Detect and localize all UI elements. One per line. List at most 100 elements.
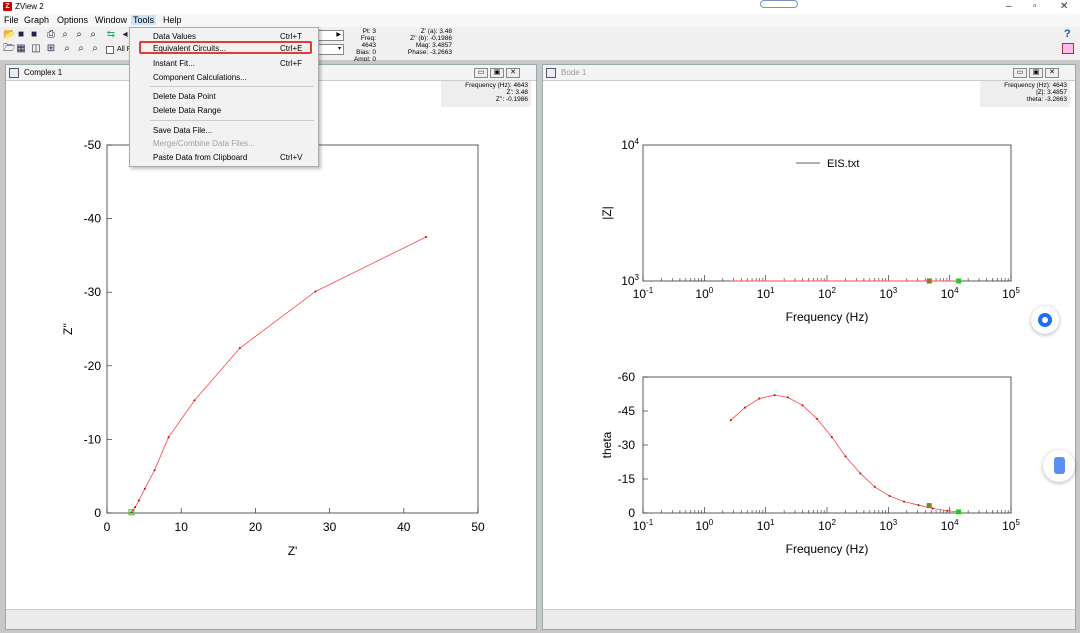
freq-value: Freq: 4643 xyxy=(360,35,376,49)
x-tick-label: 10-1 xyxy=(633,518,654,533)
search-icon[interactable]: ⌕ xyxy=(62,44,72,54)
y-tick-label: -45 xyxy=(618,404,636,418)
help-icon[interactable]: ? xyxy=(1064,28,1071,40)
menu-bar: File Graph Options Window Tools Help xyxy=(0,14,1080,27)
y-tick-label: -30 xyxy=(618,438,636,452)
dropdown-button[interactable]: ▾ xyxy=(318,44,344,55)
x-tick-label: 0 xyxy=(104,520,111,534)
zoom-in-icon[interactable]: ⌕ xyxy=(74,30,84,40)
fit-icon[interactable]: ⇆ xyxy=(106,30,116,40)
x-tick-label: 101 xyxy=(757,518,775,533)
menu-item-shortcut: Ctrl+F xyxy=(280,59,302,68)
complex-close-button[interactable]: ✕ xyxy=(506,68,520,78)
y-axis-label: |Z| xyxy=(600,206,614,220)
table-icon[interactable]: ▦ xyxy=(16,44,26,54)
y-tick-label: -10 xyxy=(84,432,102,446)
data-point xyxy=(137,499,140,502)
x-tick-label: 101 xyxy=(757,286,775,301)
menu-item-paste-from-clipboard[interactable]: Paste Data from Clipboard Ctrl+V xyxy=(130,151,318,164)
open-icon[interactable]: 📂 xyxy=(3,30,15,40)
x-tick-label: 103 xyxy=(879,286,897,301)
search-minus-icon[interactable]: ⌕ xyxy=(90,44,100,54)
bode-window-caption[interactable]: Bode 1 ▭ ▣ ✕ xyxy=(543,65,1075,81)
y-tick-label: -60 xyxy=(618,370,636,384)
menu-item-delete-data-point[interactable]: Delete Data Point xyxy=(130,90,318,103)
x-tick-label: 105 xyxy=(1002,518,1020,533)
window-icon[interactable]: ◫ xyxy=(31,44,41,54)
data-point xyxy=(801,404,804,407)
data-point xyxy=(167,436,170,439)
menu-item-component-calculations[interactable]: Component Calculations... xyxy=(130,71,318,84)
data-point xyxy=(844,455,847,458)
menu-item-merge-data-files: Merge/Combine Data Files... xyxy=(130,137,318,150)
all-freq-checkbox[interactable] xyxy=(106,46,114,54)
arrow-right-button[interactable]: ▶ xyxy=(318,30,344,41)
bode-status-bar xyxy=(543,609,1075,629)
bode-minimize-button[interactable]: ▭ xyxy=(1013,68,1027,78)
menu-file[interactable]: File xyxy=(4,15,19,25)
zoom-out-icon[interactable]: ⌕ xyxy=(88,30,98,40)
app-logo-icon: Z xyxy=(3,2,12,11)
assistant-float-button[interactable] xyxy=(1031,306,1059,334)
grid-icon[interactable]: ⊞ xyxy=(46,44,56,54)
bode-window[interactable]: Bode 1 ▭ ▣ ✕ Frequency (Hz): 4643 |Z|: 3… xyxy=(542,64,1076,630)
complex-restore-button[interactable]: ▣ xyxy=(490,68,504,78)
bode-close-button[interactable]: ✕ xyxy=(1045,68,1059,78)
zb-value: Z'' (b): -0.1986 xyxy=(410,35,452,42)
menu-options[interactable]: Options xyxy=(57,15,88,25)
bode-plots[interactable]: 10-1 100 101 102 103 104 105Frequency (Hz)1031… xyxy=(543,81,1075,609)
clipboard-icon xyxy=(1054,457,1065,474)
print-icon[interactable]: ⎙ xyxy=(46,30,56,40)
data-point xyxy=(193,399,196,402)
chart-window-icon xyxy=(9,68,19,78)
data-point xyxy=(238,347,241,350)
bode-window-title: Bode 1 xyxy=(561,68,587,77)
menu-graph[interactable]: Graph xyxy=(24,15,49,25)
data-point xyxy=(786,396,789,399)
y-tick-label: -40 xyxy=(84,212,102,226)
menu-item-instant-fit[interactable]: Instant Fit... Ctrl+F xyxy=(130,57,318,70)
menu-help[interactable]: Help xyxy=(163,15,182,25)
legend-label: EIS.txt xyxy=(827,158,859,170)
search-plus-icon[interactable]: ⌕ xyxy=(76,44,86,54)
menu-tools[interactable]: Tools xyxy=(131,15,157,25)
x-tick-label: 30 xyxy=(323,520,337,534)
data-point xyxy=(134,506,137,509)
plot-frame xyxy=(642,376,1012,514)
data-point xyxy=(873,485,876,488)
menu-window[interactable]: Window xyxy=(95,15,127,25)
chart-window-icon xyxy=(546,68,556,78)
title-pill[interactable] xyxy=(760,0,798,8)
impedance-status: Z' (a): 3.48 Z'' (b): -0.1986 Mag: 3.485… xyxy=(396,28,452,56)
clipboard-float-button[interactable] xyxy=(1043,450,1075,482)
save-icon[interactable]: ■ xyxy=(16,30,26,40)
x-tick-label: 104 xyxy=(941,286,959,301)
nyquist-curve xyxy=(131,236,427,513)
folder-icon[interactable]: 🗁 xyxy=(3,44,15,54)
menu-item-save-data-file[interactable]: Save Data File... xyxy=(130,124,318,137)
menu-item-label: Component Calculations... xyxy=(153,73,247,82)
minimize-icon[interactable]: – xyxy=(1006,1,1012,12)
complex-status-bar xyxy=(6,609,536,629)
zoom-icon[interactable]: ⌕ xyxy=(60,30,70,40)
close-icon[interactable]: ✕ xyxy=(1060,1,1068,12)
y-tick-label: -20 xyxy=(84,359,102,373)
menu-item-label: Paste Data from Clipboard xyxy=(153,153,248,162)
menu-item-label: Delete Data Range xyxy=(153,106,222,115)
restore-icon[interactable]: ▫ xyxy=(1033,1,1037,12)
menu-item-label: Data Values xyxy=(153,32,196,41)
save-as-icon[interactable]: ■ xyxy=(29,30,39,40)
tool-icon[interactable] xyxy=(1062,43,1074,54)
x-axis-label: Z' xyxy=(288,544,298,558)
menu-item-delete-data-range[interactable]: Delete Data Range xyxy=(130,104,318,117)
complex-minimize-button[interactable]: ▭ xyxy=(474,68,488,78)
x-tick-label: 102 xyxy=(818,286,836,301)
tools-menu: Data Values Ctrl+T Equivalent Circuits..… xyxy=(129,27,319,167)
bode-restore-button[interactable]: ▣ xyxy=(1029,68,1043,78)
menu-item-equivalent-circuits[interactable]: Equivalent Circuits... Ctrl+E xyxy=(139,41,312,54)
end-marker xyxy=(956,509,962,515)
point-status: Pt: 3 Freq: 4643 Bias: 0 Ampl: 0 xyxy=(350,28,376,63)
data-point xyxy=(425,236,428,238)
x-tick-label: 100 xyxy=(695,518,713,533)
menu-item-label: Equivalent Circuits... xyxy=(153,44,226,53)
